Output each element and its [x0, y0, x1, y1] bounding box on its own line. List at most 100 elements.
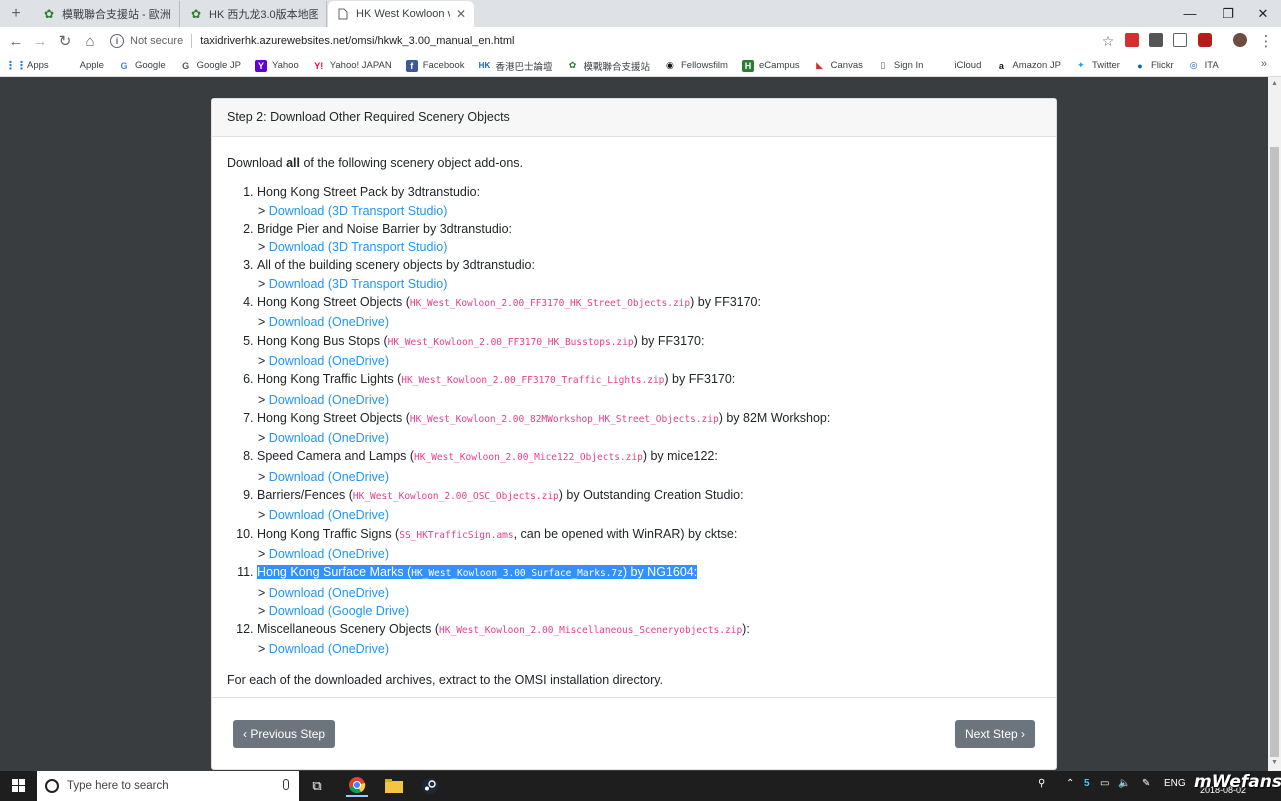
download-link[interactable]: Download (3D Transport Studio) [269, 277, 448, 291]
bookmark-ecampus[interactable]: H eCampus [741, 59, 800, 72]
page-scrollbar[interactable]: ▲ ▼ [1268, 77, 1281, 771]
info-icon[interactable]: i [110, 34, 124, 48]
scrollbar-thumb[interactable] [1270, 147, 1279, 757]
tab-1[interactable]: ✿ 模戰聯合支援站 - 歐洲卡車模 [34, 1, 180, 27]
bookmark-hkbf[interactable]: HK 香港巴士論壇 [478, 59, 553, 73]
bookmark-yahoo[interactable]: Y Yahoo [254, 59, 299, 72]
back-arrow-icon[interactable]: ← [4, 29, 28, 53]
download-link[interactable]: Download (OneDrive) [269, 586, 389, 600]
tray-overflow-icon[interactable]: ⌃ [1066, 778, 1074, 789]
chevron-right-icon: › [1021, 727, 1026, 741]
facebook-icon: f [405, 59, 418, 72]
window-close-icon[interactable]: ✕ [1240, 0, 1281, 27]
download-link[interactable]: Download (Google Drive) [269, 604, 409, 618]
download-link[interactable]: Download (OneDrive) [269, 547, 389, 561]
bookmark-label: Canvas [830, 60, 863, 71]
bookmark-apple[interactable]: Apple [63, 60, 104, 72]
omnibox-separator [191, 34, 193, 48]
bookmark-yahoo-japan[interactable]: Y! Yahoo! JAPAN [313, 60, 391, 72]
people-icon[interactable]: ⚲ [1038, 778, 1045, 789]
microphone-icon[interactable] [283, 779, 289, 790]
bookmark-label: 香港巴士論壇 [495, 61, 553, 73]
hk-flag-extension-icon[interactable] [1125, 33, 1139, 47]
scroll-up-icon[interactable]: ▲ [1271, 80, 1278, 87]
bookmark-google-jp[interactable]: G Google JP [180, 60, 241, 72]
profile-avatar[interactable] [1233, 33, 1247, 47]
link-prefix: > [258, 603, 266, 618]
bookmarks-overflow-icon[interactable]: » [1261, 58, 1267, 70]
ecampus-icon: H [741, 59, 754, 72]
download-link[interactable]: Download (OneDrive) [269, 470, 389, 484]
outro-text: For each of the downloaded archives, ext… [227, 672, 664, 687]
bookmark-canvas[interactable]: ◣ Canvas [814, 60, 863, 72]
item-description: Speed Camera and Lamps (HK_West_Kowloon_… [257, 449, 718, 464]
previous-step-button[interactable]: ‹ Previous Step [233, 720, 336, 748]
download-link-row: > Download (OneDrive) [257, 506, 1041, 524]
apps-grid-icon: ⋮⋮ [5, 60, 27, 72]
extension-icon[interactable] [1149, 33, 1163, 47]
page-icon: ▯ [880, 60, 886, 70]
bookmark-sign-in[interactable]: ▯ Sign In [877, 60, 923, 72]
reload-icon[interactable]: ↻ [53, 29, 77, 53]
steam-icon[interactable] [419, 775, 441, 797]
download-link[interactable]: Download (OneDrive) [269, 508, 389, 522]
pen-icon[interactable]: ✎ [1142, 778, 1150, 789]
tray-app-icon[interactable]: 5 [1084, 778, 1090, 789]
windows-start-icon[interactable] [12, 779, 25, 792]
card-body: Download all of the following scenery ob… [212, 137, 1056, 689]
bookmark-label: 模戰聯合支援站 [583, 61, 650, 73]
download-link-row: > Download (3D Transport Studio) [257, 238, 1041, 256]
forward-arrow-icon[interactable]: → [28, 29, 52, 53]
download-link[interactable]: Download (OneDrive) [269, 315, 389, 329]
link-prefix: > [258, 203, 266, 218]
download-link[interactable]: Download (OneDrive) [269, 393, 389, 407]
new-tab-plus-icon[interactable]: + [0, 0, 32, 27]
bookmark-google[interactable]: G Google [118, 60, 166, 72]
download-link[interactable]: Download (OneDrive) [269, 354, 389, 368]
download-link[interactable]: Download (OneDrive) [269, 642, 389, 656]
cast-icon[interactable] [1173, 33, 1187, 47]
bookmark-amazon-jp[interactable]: a Amazon JP [995, 60, 1061, 72]
bookmark-site[interactable]: ✿ 模戰聯合支援站 [566, 59, 650, 73]
taskbar-search-input[interactable]: Type here to search [37, 771, 299, 801]
address-bar[interactable]: i Not secure taxidriverhk.azurewebsites.… [104, 30, 1124, 52]
download-item: Hong Kong Surface Marks (HK_West_Kowloon… [257, 563, 1041, 620]
bookmark-twitter[interactable]: ✦ Twitter [1075, 60, 1120, 72]
bookmark-ita[interactable]: ◎ ITA [1188, 60, 1219, 72]
tab-2[interactable]: ✿ HK 西九龙3.0版本地图疑似缺 [181, 1, 327, 27]
next-step-button[interactable]: Next Step › [955, 720, 1036, 748]
download-link[interactable]: Download (3D Transport Studio) [269, 240, 448, 254]
bookmark-fellowsfilm[interactable]: ◉ Fellowsfilm [664, 60, 728, 72]
site-icon: ✿ [568, 60, 577, 70]
download-link[interactable]: Download (3D Transport Studio) [269, 204, 448, 218]
item-description: Bridge Pier and Noise Barrier by 3dtrans… [257, 221, 512, 236]
volume-icon[interactable]: 🔈 [1118, 778, 1130, 789]
chrome-taskbar-icon[interactable] [346, 775, 368, 797]
bookmark-icloud[interactable]: iCloud [937, 60, 981, 72]
language-indicator[interactable]: ENG [1164, 778, 1186, 789]
bookmark-star-icon[interactable]: ☆ [1096, 29, 1120, 53]
film-icon: ◉ [666, 60, 674, 70]
cortana-icon [45, 779, 59, 793]
bookmark-label: ITA [1204, 60, 1219, 71]
item-description: Hong Kong Surface Marks (HK_West_Kowloon… [257, 565, 698, 580]
bookmark-apps[interactable]: ⋮⋮ Apps [5, 60, 49, 72]
browser-toolbar: ← → ↻ ⌂ i Not secure taxidriverhk.azurew… [0, 27, 1281, 55]
url-text[interactable]: taxidriverhk.azurewebsites.net/omsi/hkwk… [200, 35, 514, 47]
scroll-down-icon[interactable]: ▼ [1271, 759, 1278, 766]
watermark-logo: mWefans [1194, 772, 1281, 792]
item-description: All of the building scenery objects by 3… [257, 258, 535, 273]
task-view-icon[interactable]: ⧉ [306, 775, 328, 797]
bookmark-flickr[interactable]: ● Flickr [1134, 60, 1173, 72]
network-icon[interactable]: ▭ [1100, 778, 1109, 789]
home-icon[interactable]: ⌂ [78, 29, 102, 53]
archive-filename: HK_West_Kowloon_3.00_Surface_Marks.7z [411, 568, 623, 580]
bookmark-label: Google [134, 60, 166, 71]
bookmark-facebook[interactable]: f Facebook [405, 59, 464, 72]
file-explorer-icon[interactable] [383, 775, 405, 797]
ublock-icon[interactable] [1198, 33, 1212, 47]
menu-kebab-icon[interactable]: ⋮ [1254, 29, 1278, 53]
tab-close-icon[interactable]: ✕ [450, 7, 466, 21]
download-link[interactable]: Download (OneDrive) [269, 431, 389, 445]
tab-3-active[interactable]: HK West Kowloon v3.00 ✕ [328, 1, 474, 27]
